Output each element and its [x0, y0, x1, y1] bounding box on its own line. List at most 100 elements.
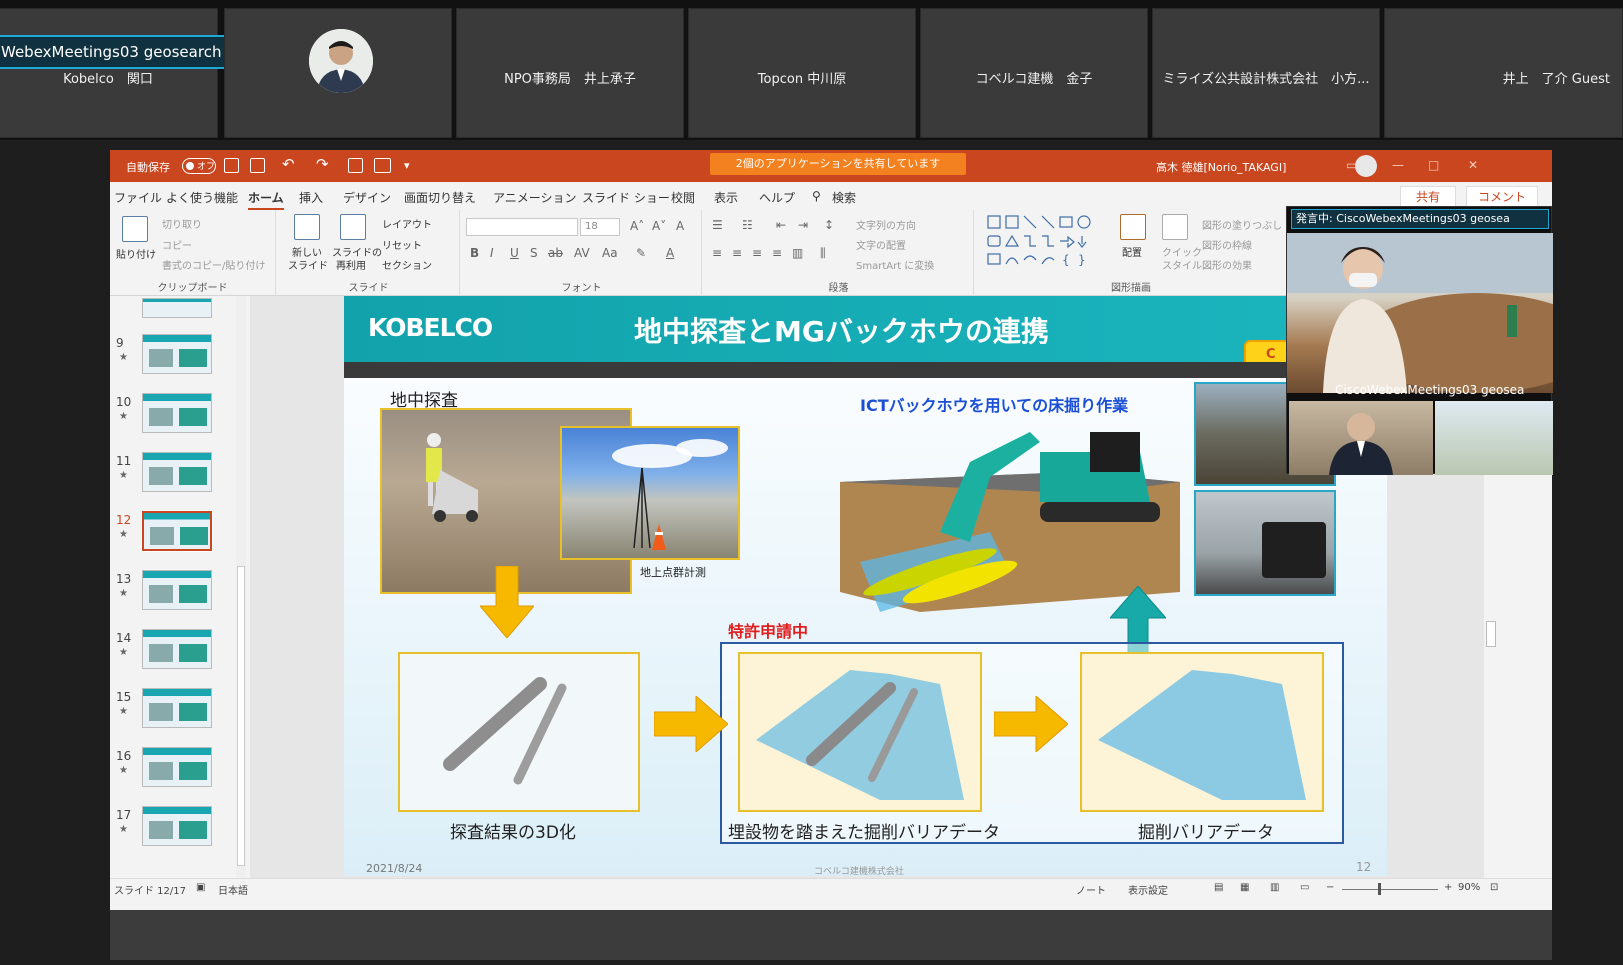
spellcheck-icon[interactable]: ▣: [196, 882, 205, 893]
cut-button[interactable]: 切り取り: [162, 216, 202, 231]
slide-thumbnail[interactable]: [142, 688, 212, 728]
reuse-slides-icon[interactable]: [340, 214, 366, 240]
menu-animations[interactable]: アニメーション: [493, 189, 577, 206]
participant-tile[interactable]: 井上 了介 Guest: [1384, 8, 1623, 138]
arrange-button[interactable]: 配置: [1122, 244, 1142, 259]
user-avatar-icon[interactable]: [1355, 155, 1377, 177]
slideshow-view-icon[interactable]: ▭: [1300, 882, 1309, 893]
numbering-icon[interactable]: ☷: [742, 218, 753, 232]
quick-styles-icon[interactable]: [1162, 214, 1188, 240]
participant-tile[interactable]: コベルコ建機 金子: [920, 8, 1148, 138]
clear-format-icon[interactable]: A: [676, 219, 684, 233]
font-color-icon[interactable]: A: [666, 246, 674, 260]
participant-tile[interactable]: WebexMeetings03 geosearch (Guest) Kobelc…: [0, 8, 289, 138]
menu-search[interactable]: 検索: [832, 189, 856, 206]
spacing-icon[interactable]: AV: [574, 246, 590, 260]
section-button[interactable]: セクション: [382, 257, 432, 272]
slide[interactable]: KOBELCO 地中探査とMGバックホウの連携 C 地中探査 ICTバックホウを…: [344, 296, 1387, 876]
align-left-icon[interactable]: ≡: [712, 246, 722, 260]
participant-tile[interactable]: ミライズ公共設計株式会社 小方...: [1152, 8, 1380, 138]
grow-font-icon[interactable]: A˄: [630, 219, 644, 233]
participant-tile[interactable]: Topcon 中川原: [688, 8, 916, 138]
zoom-slider-thumb[interactable]: [1378, 883, 1381, 895]
italic-icon[interactable]: I: [490, 246, 494, 260]
shape-fill-button[interactable]: 図形の塗りつぶし: [1202, 217, 1282, 232]
active-speaker-panel[interactable]: 発言中: CiscoWebexMeetings03 geosea CiscoWe…: [1286, 206, 1553, 475]
reading-view-icon[interactable]: ▥: [1270, 882, 1279, 893]
redo-icon[interactable]: ↷: [316, 155, 329, 173]
open-folder-icon[interactable]: [374, 158, 391, 173]
shadow-icon[interactable]: S: [530, 246, 538, 260]
menu-insert[interactable]: 挿入: [299, 189, 323, 206]
comment-button[interactable]: コメント: [1466, 186, 1538, 208]
paste-button[interactable]: 貼り付け: [116, 246, 156, 261]
normal-view-icon[interactable]: ▤: [1214, 882, 1223, 893]
menu-design[interactable]: デザイン: [343, 189, 391, 206]
language-indicator[interactable]: 日本語: [218, 882, 248, 897]
indent-decrease-icon[interactable]: ⇤: [776, 218, 786, 232]
copy-button[interactable]: コピー: [162, 237, 192, 252]
customize-qat-icon[interactable]: ▾: [404, 159, 410, 172]
slide-thumbnail[interactable]: [142, 570, 212, 610]
undo-icon[interactable]: ↶: [282, 155, 295, 173]
slide-thumbnail[interactable]: [142, 747, 212, 787]
zoom-slider[interactable]: [1342, 889, 1438, 890]
search-icon[interactable]: ⚲: [812, 189, 821, 203]
close-icon[interactable]: ✕: [1468, 158, 1478, 172]
maximize-icon[interactable]: □: [1428, 158, 1439, 172]
share-button[interactable]: 共有: [1400, 186, 1456, 208]
notes-button[interactable]: ノート: [1076, 882, 1106, 897]
layout-button[interactable]: レイアウト: [382, 216, 432, 231]
slide-thumbnail[interactable]: [142, 452, 212, 492]
slide-thumbnail[interactable]: [141, 510, 213, 552]
new-slide-icon[interactable]: [294, 214, 320, 240]
present-icon[interactable]: [348, 158, 363, 173]
text-direction-button[interactable]: 文字列の方向: [856, 217, 916, 232]
menu-slideshow[interactable]: スライド ショー: [582, 189, 670, 206]
reset-button[interactable]: リセット: [382, 237, 422, 252]
shape-effects-button[interactable]: 図形の効果: [1202, 257, 1252, 272]
line-spacing-icon[interactable]: ↕: [824, 218, 834, 232]
sorter-view-icon[interactable]: ▦: [1240, 882, 1249, 893]
indent-increase-icon[interactable]: ⇥: [798, 218, 808, 232]
participant-tile[interactable]: NPO事務局 井上承子: [456, 8, 684, 138]
highlight-icon[interactable]: ✎: [636, 246, 646, 260]
align-right-icon[interactable]: ≡: [752, 246, 762, 260]
strikethrough-icon[interactable]: ab: [548, 246, 563, 260]
participant-tile[interactable]: [224, 8, 452, 138]
slide-thumbnail[interactable]: [142, 298, 212, 318]
menu-favorites[interactable]: よく使う機能: [166, 189, 238, 206]
menu-file[interactable]: ファイル: [114, 189, 162, 206]
ribbon-display-icon[interactable]: ▭: [1346, 158, 1357, 172]
zoom-out-icon[interactable]: −: [1326, 882, 1334, 893]
menu-home[interactable]: ホーム: [248, 189, 284, 211]
underline-icon[interactable]: U: [510, 246, 519, 260]
save-icon[interactable]: [250, 158, 265, 173]
shape-outline-button[interactable]: 図形の枠線: [1202, 237, 1252, 252]
paste-icon[interactable]: [122, 216, 148, 242]
menu-transitions[interactable]: 画面切り替え: [404, 189, 476, 206]
sharing-indicator[interactable]: 2個のアプリケーションを共有しています: [710, 153, 966, 175]
zoom-level[interactable]: 90%: [1458, 882, 1480, 893]
justify-icon[interactable]: ≡: [772, 246, 782, 260]
slide-thumbnail[interactable]: [142, 334, 212, 374]
fit-window-icon[interactable]: ⊡: [1490, 882, 1498, 893]
change-case-icon[interactable]: Aa: [602, 246, 618, 260]
thumbnail-scrollbar[interactable]: [236, 296, 246, 878]
shrink-font-icon[interactable]: A˅: [652, 219, 666, 233]
bullets-icon[interactable]: ☰: [712, 218, 723, 232]
smartart-button[interactable]: SmartArt に変換: [856, 257, 934, 272]
new-file-icon[interactable]: [224, 158, 239, 173]
font-size-box[interactable]: 18: [580, 218, 620, 236]
slide-thumbnail[interactable]: [142, 806, 212, 846]
display-settings-button[interactable]: 表示設定: [1128, 882, 1168, 897]
font-name-box[interactable]: [466, 218, 578, 236]
slide-thumbnail[interactable]: [142, 393, 212, 433]
format-painter-button[interactable]: 書式のコピー/貼り付け: [162, 257, 265, 272]
menu-view[interactable]: 表示: [714, 189, 738, 206]
autosave-toggle[interactable]: オフ: [182, 158, 216, 174]
zoom-in-icon[interactable]: +: [1444, 882, 1452, 893]
bold-icon[interactable]: B: [470, 246, 479, 260]
menu-help[interactable]: ヘルプ: [759, 189, 795, 206]
distribute-icon[interactable]: ▥: [792, 246, 803, 260]
